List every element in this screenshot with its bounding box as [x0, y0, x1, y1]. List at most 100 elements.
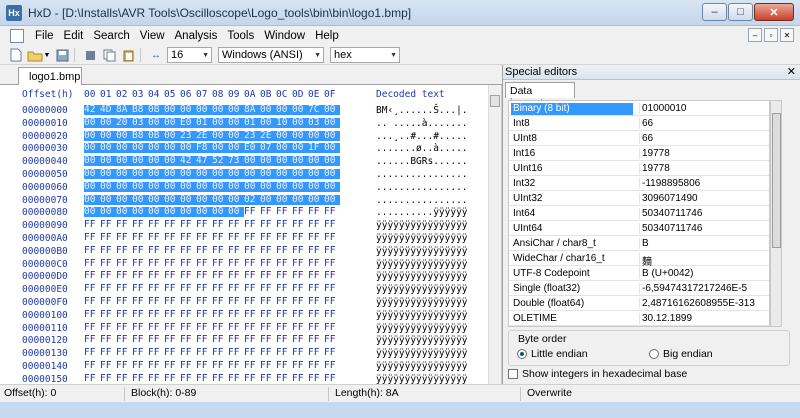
- inspector-row[interactable]: Binary (8 bit) 01000010: [509, 101, 769, 116]
- inspector-value[interactable]: 19778: [639, 148, 769, 159]
- hex-byte[interactable]: FF: [260, 322, 276, 333]
- hex-byte[interactable]: FF: [292, 245, 308, 256]
- hex-byte[interactable]: FF: [148, 361, 164, 371]
- hex-byte[interactable]: FF: [260, 361, 276, 371]
- hex-byte[interactable]: FF: [244, 335, 260, 345]
- menu-help[interactable]: Help: [310, 30, 344, 42]
- hex-byte[interactable]: FF: [84, 258, 100, 269]
- hex-byte[interactable]: FF: [148, 335, 164, 345]
- hex-byte[interactable]: B8: [132, 130, 148, 141]
- hex-byte[interactable]: 00: [148, 194, 164, 205]
- hex-byte[interactable]: FF: [292, 373, 308, 384]
- hex-byte[interactable]: 00: [164, 105, 180, 115]
- hex-byte[interactable]: FF: [212, 233, 228, 243]
- close-button[interactable]: ✕: [754, 3, 794, 21]
- hex-byte[interactable]: 00: [164, 143, 180, 154]
- hex-byte[interactable]: FF: [324, 233, 340, 243]
- hex-byte[interactable]: FF: [292, 322, 308, 333]
- hex-byte[interactable]: 73: [228, 156, 244, 167]
- hex-byte[interactable]: FF: [244, 233, 260, 243]
- inspector-row[interactable]: Int64 50340711746: [509, 206, 769, 221]
- hex-byte[interactable]: 00: [132, 156, 148, 167]
- inspector-row[interactable]: AnsiChar / char8_t B: [509, 236, 769, 251]
- hex-byte[interactable]: 00: [196, 181, 212, 192]
- hex-byte[interactable]: FF: [164, 233, 180, 243]
- hex-byte[interactable]: FF: [164, 309, 180, 320]
- hex-byte[interactable]: FF: [212, 335, 228, 345]
- hex-byte[interactable]: FF: [100, 284, 116, 294]
- hex-row[interactable]: 000000D0 FF FF FF FF FF FF FF FF FF FF FF FF FF FF FF FF…: [0, 271, 488, 283]
- inspector-value[interactable]: 66: [639, 133, 769, 144]
- inspector-row[interactable]: WideChar / char16_t 䵂: [509, 251, 769, 268]
- hex-byte[interactable]: FF: [164, 284, 180, 294]
- hex-byte[interactable]: 00: [228, 143, 244, 154]
- hex-byte[interactable]: FF: [276, 361, 292, 371]
- hex-byte[interactable]: FF: [132, 258, 148, 269]
- hex-byte[interactable]: FF: [308, 245, 324, 256]
- hex-byte[interactable]: FF: [148, 322, 164, 333]
- hex-byte[interactable]: FF: [244, 322, 260, 333]
- hex-byte[interactable]: FF: [228, 220, 244, 230]
- hex-byte[interactable]: FF: [100, 271, 116, 281]
- hex-byte[interactable]: 00: [100, 130, 116, 141]
- menu-edit[interactable]: Edit: [59, 30, 89, 42]
- hex-byte[interactable]: 00: [212, 207, 228, 218]
- hex-byte[interactable]: 00: [228, 194, 244, 205]
- hex-byte[interactable]: FF: [196, 373, 212, 384]
- hex-byte[interactable]: FF: [212, 361, 228, 371]
- hex-byte[interactable]: 20: [116, 117, 132, 128]
- hex-byte[interactable]: FF: [260, 284, 276, 294]
- hex-byte[interactable]: 00: [100, 169, 116, 179]
- hex-byte[interactable]: FF: [276, 297, 292, 307]
- hex-row[interactable]: 00000040 00 00 00 00 00 00 42 47 52 73 00 00 00 00 00 00…: [0, 156, 488, 168]
- hex-byte[interactable]: 00: [164, 194, 180, 205]
- hex-byte[interactable]: 00: [276, 156, 292, 167]
- hex-byte[interactable]: FF: [324, 258, 340, 269]
- hex-byte[interactable]: FF: [324, 373, 340, 384]
- hex-byte[interactable]: 00: [308, 169, 324, 179]
- inspector-value[interactable]: B (U+0042): [639, 268, 769, 279]
- hex-byte[interactable]: FF: [276, 309, 292, 320]
- hex-byte[interactable]: F8: [196, 143, 212, 154]
- hex-byte[interactable]: FF: [244, 309, 260, 320]
- menu-analysis[interactable]: Analysis: [170, 30, 223, 42]
- hex-byte[interactable]: FF: [196, 297, 212, 307]
- hex-row[interactable]: 00000140 FF FF FF FF FF FF FF FF FF FF FF FF FF FF FF FF…: [0, 361, 488, 373]
- hex-byte[interactable]: 01: [244, 117, 260, 128]
- hex-byte[interactable]: 00: [132, 181, 148, 192]
- hex-row[interactable]: 00000000 42 4D 8A B8 0B 00 00 00 00 00 8A 00 00 00 7C 00…: [0, 105, 488, 117]
- hex-byte[interactable]: 1F: [308, 143, 324, 154]
- hex-byte[interactable]: FF: [308, 361, 324, 371]
- hex-byte[interactable]: FF: [212, 322, 228, 333]
- new-file-icon[interactable]: [8, 47, 24, 63]
- hex-byte[interactable]: FF: [180, 284, 196, 294]
- hex-byte[interactable]: 00: [276, 194, 292, 205]
- hex-byte[interactable]: FF: [116, 297, 132, 307]
- hex-byte[interactable]: 00: [116, 156, 132, 167]
- hex-byte[interactable]: 00: [116, 181, 132, 192]
- hex-byte[interactable]: 00: [324, 169, 340, 179]
- hex-byte[interactable]: FF: [180, 309, 196, 320]
- hex-byte[interactable]: 00: [324, 181, 340, 192]
- hex-byte[interactable]: FF: [84, 297, 100, 307]
- hex-byte[interactable]: 00: [84, 143, 100, 154]
- hex-byte[interactable]: 00: [164, 181, 180, 192]
- inspector-scrollbar[interactable]: [770, 100, 782, 327]
- hex-byte[interactable]: FF: [180, 335, 196, 345]
- hex-byte[interactable]: FF: [164, 361, 180, 371]
- hex-byte[interactable]: 00: [212, 143, 228, 154]
- inspector-row[interactable]: Int32 -1198895806: [509, 176, 769, 191]
- hex-row[interactable]: 00000010 00 00 20 03 00 00 E0 01 00 00 01 00 10 00 03 00…: [0, 117, 488, 129]
- hex-byte[interactable]: FF: [180, 373, 196, 384]
- inspector-row[interactable]: UInt8 66: [509, 131, 769, 146]
- hex-byte[interactable]: FF: [260, 297, 276, 307]
- hex-byte[interactable]: 00: [84, 207, 100, 218]
- inspector-value[interactable]: B: [639, 238, 769, 249]
- inspector-row[interactable]: OLETIME 30.12.1899: [509, 311, 769, 326]
- hex-byte[interactable]: 00: [132, 169, 148, 179]
- hex-byte[interactable]: FF: [84, 348, 100, 358]
- hex-byte[interactable]: FF: [100, 322, 116, 333]
- hex-byte[interactable]: FF: [276, 335, 292, 345]
- hex-byte[interactable]: 00: [260, 117, 276, 128]
- hex-byte[interactable]: FF: [180, 297, 196, 307]
